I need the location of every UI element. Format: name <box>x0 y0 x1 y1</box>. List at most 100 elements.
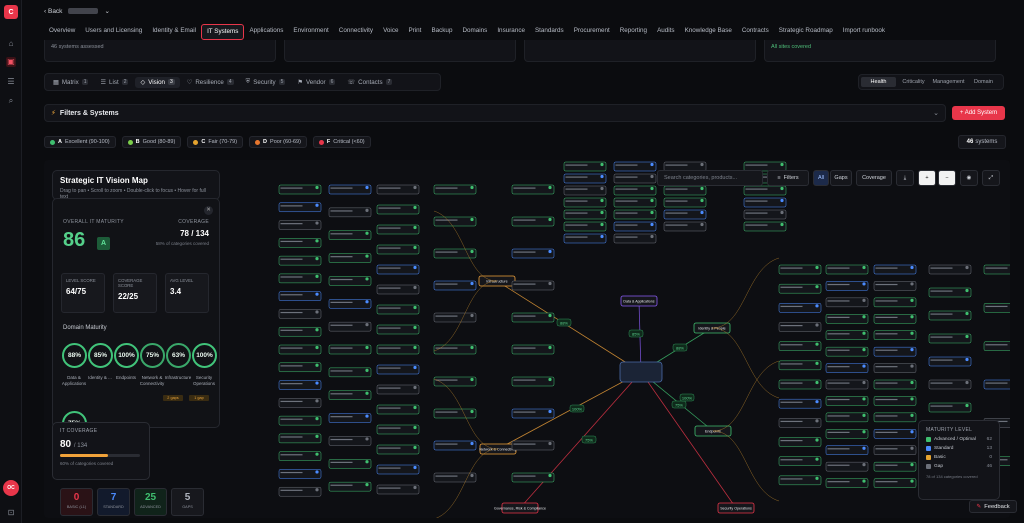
grade-chip-a[interactable]: A Excellent (90-100) <box>44 136 116 148</box>
map-search-input[interactable]: Search categories, products... <box>657 170 763 186</box>
tab-applications[interactable]: Applications <box>244 24 288 40</box>
system-node-text <box>827 415 850 417</box>
view-tab-contacts[interactable]: ☏ Contacts 7 <box>342 77 397 88</box>
system-node <box>825 396 869 406</box>
download-icon[interactable]: ⤓ <box>896 170 914 186</box>
fullscreen-icon[interactable]: ⤢ <box>982 170 1000 186</box>
tab-procurement[interactable]: Procurement <box>569 24 615 40</box>
tab-domains[interactable]: Domains <box>457 24 492 40</box>
lens-criticality[interactable]: Criticality <box>896 77 931 87</box>
tab-print[interactable]: Print <box>403 24 426 40</box>
all-toggle[interactable]: All <box>813 170 829 186</box>
systems-count-label: systems <box>975 139 998 145</box>
system-node-dot <box>780 222 784 227</box>
tab-contracts[interactable]: Contracts <box>737 24 774 40</box>
grade-chip-d[interactable]: D Poor (60-69) <box>249 136 307 148</box>
system-node-text <box>745 164 768 166</box>
chevron-down-icon[interactable]: ⌄ <box>933 109 939 117</box>
view-tab-matrix[interactable]: ▦ Matrix 1 <box>48 77 93 88</box>
system-node-dot <box>910 265 914 270</box>
contacts-icon: ☏ <box>347 78 356 86</box>
system-node-text <box>435 251 458 253</box>
tab-reporting[interactable]: Reporting <box>615 24 652 40</box>
close-icon[interactable]: ✕ <box>204 206 213 215</box>
tab-strategic-roadmap[interactable]: Strategic Roadmap <box>774 24 838 40</box>
system-node-dot <box>315 363 319 367</box>
system-node-text <box>665 188 688 190</box>
user-avatar[interactable]: OC <box>3 480 19 496</box>
view-tab-list[interactable]: ☰ List 2 <box>95 77 133 88</box>
tab-knowledge-base[interactable]: Knowledge Base <box>680 24 737 40</box>
system-node-text <box>330 278 353 281</box>
view-tab-resilience[interactable]: ♡ Resilience 4 <box>182 77 239 88</box>
tab-overview[interactable]: Overview <box>44 24 80 40</box>
view-tab-vision[interactable]: ◇ Vision 3 <box>135 76 180 88</box>
gaps-toggle[interactable]: Gaps <box>830 170 852 186</box>
database-icon[interactable]: ☰ <box>6 77 16 87</box>
tab-import-runbook[interactable]: Import runbook <box>838 24 890 40</box>
briefcase-icon[interactable]: ▣ <box>6 57 16 67</box>
coverage-toggle[interactable]: Coverage <box>856 170 892 186</box>
system-node <box>613 197 657 208</box>
tab-connectivity[interactable]: Connectivity <box>334 24 378 40</box>
home-icon[interactable]: ⌂ <box>6 39 16 49</box>
system-node-text <box>280 489 303 491</box>
system-node-dot <box>470 249 474 254</box>
legend-count: 13 <box>986 446 992 451</box>
lock-icon[interactable]: ⊡ <box>6 508 16 518</box>
tab-it-systems[interactable]: IT Systems <box>201 24 245 40</box>
edge-pct: 85% <box>632 332 640 337</box>
zoom-out-icon[interactable]: − <box>938 170 956 186</box>
system-node-text <box>435 475 458 477</box>
tab-environment[interactable]: Environment <box>288 24 333 40</box>
map-filters-button[interactable]: ≡ Filters <box>767 170 809 186</box>
tab-users-and-licensing[interactable]: Users and Licensing <box>80 24 147 40</box>
system-node-dot <box>315 274 319 278</box>
feedback-button[interactable]: ✎ Feedback <box>969 500 1017 513</box>
system-node-dot <box>470 409 474 414</box>
tab-insurance[interactable]: Insurance <box>492 24 530 40</box>
system-node-dot <box>365 368 369 372</box>
tab-identity-email[interactable]: Identity & Email <box>147 24 201 40</box>
back-button[interactable]: ‹ Back <box>44 8 62 15</box>
view-tab-vendor[interactable]: ⚑ Vendor 6 <box>292 77 340 88</box>
center-node <box>619 361 663 383</box>
tab-voice[interactable]: Voice <box>378 24 403 40</box>
system-node-dot <box>700 198 704 203</box>
tab-standards[interactable]: Standards <box>530 24 569 40</box>
lens-health[interactable]: Health <box>861 77 896 87</box>
system-node-dot <box>862 397 866 401</box>
system-node-dot <box>910 348 914 352</box>
system-node <box>983 303 1010 313</box>
grade-chip-f[interactable]: F Critical (<60) <box>312 136 371 148</box>
view-tab-security[interactable]: ⛨ Security 5 <box>241 76 291 88</box>
system-node <box>328 413 372 423</box>
system-node <box>825 461 869 472</box>
system-node-text <box>827 267 850 269</box>
system-node <box>376 224 420 235</box>
grade-chip-c[interactable]: C Fair (70-79) <box>187 136 244 148</box>
system-node <box>663 221 707 232</box>
grade-chip-b[interactable]: B Good (80-89) <box>121 136 182 148</box>
lens-management[interactable]: Management <box>931 77 966 87</box>
app-logo[interactable]: C <box>4 5 18 19</box>
reset-view-icon[interactable]: ◉ <box>960 170 978 186</box>
filters-bar[interactable]: ⚡ Filters & Systems ⌄ <box>44 104 946 122</box>
tab-backup[interactable]: Backup <box>426 24 457 40</box>
zoom-in-icon[interactable]: + <box>918 170 936 186</box>
system-node <box>778 264 822 275</box>
add-system-button[interactable]: + Add System <box>952 106 1005 120</box>
system-node-dot <box>862 298 866 302</box>
system-node-text <box>378 307 401 309</box>
search-icon[interactable]: ⌕ <box>6 96 16 106</box>
lens-domain[interactable]: Domain <box>966 77 1001 87</box>
system-node-dot <box>600 234 604 239</box>
hub-label: Infrastructure <box>486 280 507 284</box>
tab-audits[interactable]: Audits <box>652 24 680 40</box>
grade-label: Excellent (90-100) <box>64 139 110 145</box>
system-node <box>825 346 869 357</box>
chevron-down-icon[interactable]: ⌄ <box>104 7 109 15</box>
client-selector[interactable] <box>68 8 99 14</box>
system-node <box>825 314 869 324</box>
system-node <box>328 367 372 378</box>
